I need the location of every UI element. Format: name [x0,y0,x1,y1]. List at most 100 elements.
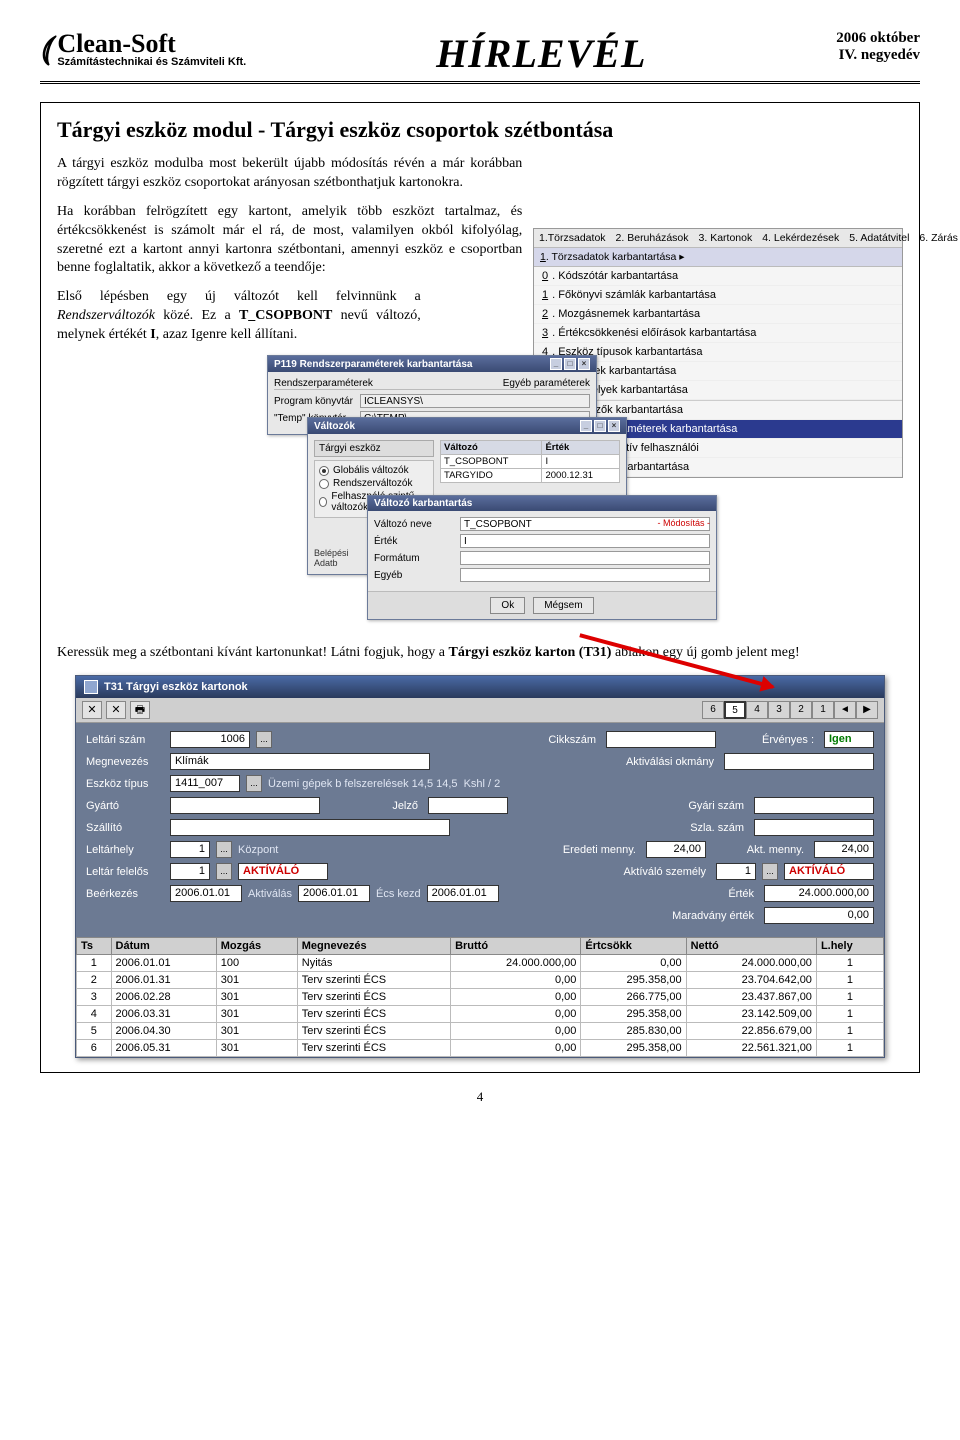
pager-button[interactable]: 4 [746,701,768,719]
ok-button[interactable]: Ok [490,597,525,614]
grid-col-header[interactable]: Mozgás [216,938,297,955]
menu-row[interactable]: 2. Mozgásnemek karbantartása [534,305,902,324]
table-row[interactable]: 42006.03.31301Terv szerinti ÉCS0,00295.3… [77,1006,884,1023]
leltari-input[interactable]: 1006 [170,731,250,748]
menu-row[interactable]: 1. Főkönyvi számlák karbantartása [534,286,902,305]
valtozok-table[interactable]: VáltozóÉrték T_CSOPBONTI TARGYIDO2000.12… [440,440,620,483]
leltari-label: Leltári szám [86,734,164,746]
p119-tab[interactable]: Egyéb paraméterek [503,378,590,389]
pager-button[interactable]: 1 [812,701,834,719]
cancel-button[interactable]: Mégsem [533,597,593,614]
minimize-icon[interactable]: _ [550,358,562,370]
pager-button[interactable]: 3 [768,701,790,719]
p119-group-label: Rendszerparaméterek [274,378,373,389]
table-row[interactable]: 12006.01.01100Nyitás24.000.000,000,0024.… [77,955,884,972]
maradvany-input[interactable]: 0,00 [764,907,874,924]
grid-col-header[interactable]: Értcsökk [581,938,686,955]
leltarf-desc: AKTÍVÁLÓ [238,863,328,880]
date-line1: 2006 október [836,30,920,47]
grid-col-header[interactable]: Nettó [686,938,816,955]
valtozok-tab[interactable]: Tárgyi eszköz [314,440,434,457]
grid-col-header[interactable]: Bruttó [451,938,581,955]
progdir-input[interactable]: ICLEANSYS\ [360,394,590,408]
maximize-icon[interactable]: □ [564,358,576,370]
varval-input[interactable]: I [460,534,710,548]
maradvany-label: Maradvány érték [662,910,758,922]
eredetim-input[interactable]: 24,00 [646,841,706,858]
varother-input[interactable] [460,568,710,582]
issue-date: 2006 október IV. negyedév [836,30,920,64]
radio-global[interactable]: Globális változók [319,465,429,476]
menu-tab[interactable]: 1.Törzsadatok [539,232,606,244]
print-icon[interactable]: 🖶 [130,701,150,719]
ellipsis-button[interactable]: ... [246,775,262,792]
p119-titlebar[interactable]: P119 Rendszerparaméterek karbantartása _… [268,356,596,372]
gyariszam-input[interactable] [754,797,874,814]
grid-col-header[interactable]: Ts [77,938,112,955]
pager-button[interactable]: 5 [724,701,746,719]
table-row[interactable]: 22006.01.31301Terv szerinti ÉCS0,00295.3… [77,972,884,989]
close-icon[interactable]: × [608,420,620,432]
menu-tab[interactable]: 3. Kartonok [699,232,753,244]
radio-icon [319,479,329,489]
aktivalas-input[interactable]: 2006.01.01 [298,885,370,902]
valtozo-karb-titlebar[interactable]: Változó karbantartás [368,496,716,511]
tool-btn[interactable]: ✕ [82,701,102,719]
ellipsis-button[interactable]: ... [256,731,272,748]
app-icon [84,680,98,694]
aktm-input[interactable]: 24,00 [814,841,874,858]
menu-tab[interactable]: 6. Zárás [919,232,958,244]
table-row[interactable]: 52006.04.30301Terv szerinti ÉCS0,00285.8… [77,1023,884,1040]
menu-row[interactable]: 0. Kódszótár karbantartása [534,267,902,286]
ellipsis-button[interactable]: ... [216,841,232,858]
pager-button[interactable]: 2 [790,701,812,719]
eszkoztipus-desc: Üzemi gépek b felszerelések 14,5 14,5 [268,778,458,790]
ellipsis-button[interactable]: ... [762,863,778,880]
cikkszam-input[interactable] [606,731,716,748]
radio-system[interactable]: Rendszerváltozók [319,478,429,489]
eredetim-label: Eredeti menny. [544,844,640,856]
pager-button[interactable]: ◄ [834,701,856,719]
megnevezes-input[interactable]: Klímák [170,753,430,770]
eszkoztipus-input[interactable]: 1411_007 [170,775,240,792]
menu-tab[interactable]: 5. Adatátvitel [849,232,909,244]
table-row[interactable]: 32006.02.28301Terv szerinti ÉCS0,00266.7… [77,989,884,1006]
tool-btn[interactable]: ✕ [106,701,126,719]
t31-title-text: T31 Tárgyi eszköz kartonok [104,681,248,693]
logo: ⦅ Clean-Soft Számítástechnikai és Számvi… [40,30,246,68]
leltarf-input[interactable]: 1 [170,863,210,880]
jelzo-input[interactable] [428,797,508,814]
valtozok-titlebar[interactable]: Változók _□× [308,418,626,434]
grid-col-header[interactable]: Dátum [111,938,216,955]
table-row[interactable]: 62006.05.31301Terv szerinti ÉCS0,00295.3… [77,1040,884,1057]
gyariszam-label: Gyári szám [652,800,748,812]
grid-col-header[interactable]: Megnevezés [297,938,450,955]
aktokm-input[interactable] [724,753,874,770]
menu-row[interactable]: 3. Értékcsökkenési előírások karbantartá… [534,324,902,343]
leltarhely-input[interactable]: 1 [170,841,210,858]
gyarto-label: Gyártó [86,800,164,812]
pager-button[interactable]: 6 [702,701,724,719]
pager-button[interactable]: ▶ [856,701,878,719]
menu-tab[interactable]: 2. Beruházások [616,232,689,244]
date-line2: IV. negyedév [836,47,920,64]
szallito-input[interactable] [170,819,450,836]
ecskezd-input[interactable]: 2006.01.01 [427,885,499,902]
kshl-label: Kshl / 2 [464,778,501,790]
ellipsis-button[interactable]: ... [216,863,232,880]
grid-col-header[interactable]: L.hely [816,938,883,955]
maximize-icon[interactable]: □ [594,420,606,432]
submenu-title[interactable]: 1. Törzsadatok karbantartása ▸ [534,248,902,267]
t31-grid[interactable]: TsDátumMozgásMegnevezésBruttóÉrtcsökkNet… [76,937,884,1057]
minimize-icon[interactable]: _ [580,420,592,432]
szlaszam-input[interactable] [754,819,874,836]
menu-tab[interactable]: 4. Lekérdezések [762,232,839,244]
close-icon[interactable]: × [578,358,590,370]
ervenyes-input[interactable]: Igen [824,731,874,748]
beerkezes-input[interactable]: 2006.01.01 [170,885,242,902]
valtozok-title-text: Változók [314,421,355,432]
varfmt-input[interactable] [460,551,710,565]
gyarto-input[interactable] [170,797,320,814]
ertek-input[interactable]: 24.000.000,00 [764,885,874,902]
aktszemely-input[interactable]: 1 [716,863,756,880]
